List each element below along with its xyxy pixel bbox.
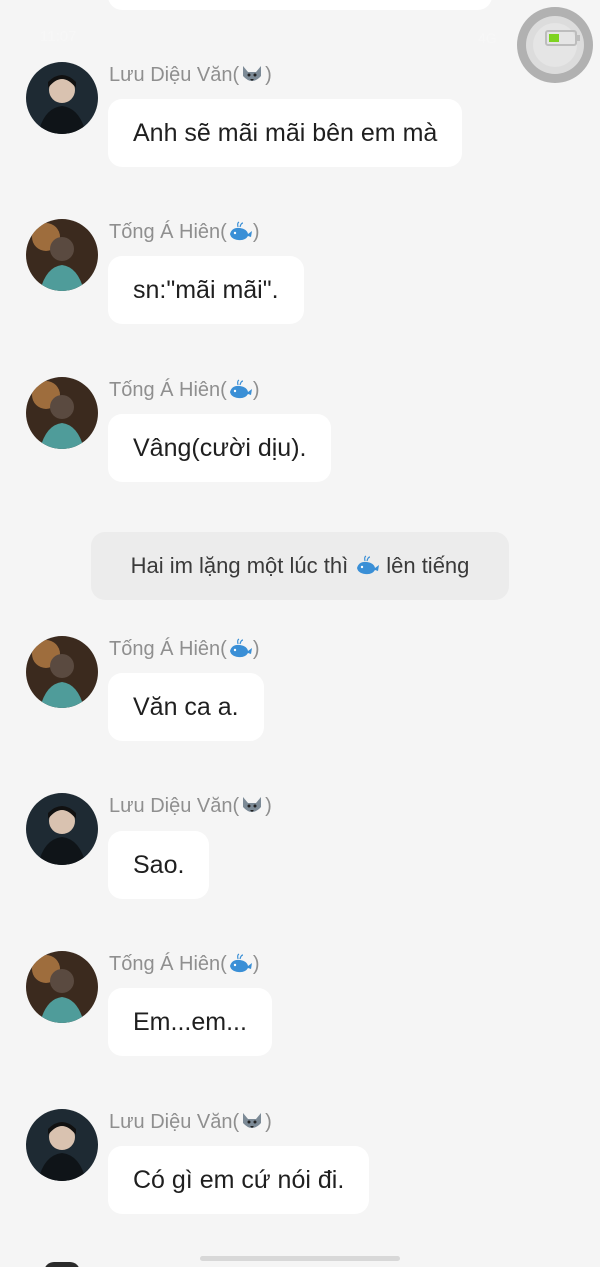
whale-icon <box>354 553 380 579</box>
message-bubble[interactable]: Văn ca a. <box>108 673 264 741</box>
message-text: Có gì em cứ nói đi. <box>133 1165 345 1194</box>
message-bubble[interactable]: Sao. <box>108 831 210 899</box>
sender-name: Tống Á Hiên( ) <box>109 219 260 245</box>
whale-icon <box>227 636 253 662</box>
avatar-luu-dieu-van[interactable] <box>26 793 98 865</box>
previous-message-bubble <box>108 0 492 10</box>
avatar-tong-a-hien[interactable] <box>26 636 98 708</box>
sender-name: Tống Á Hiên( ) <box>109 377 260 403</box>
avatar-tong-a-hien[interactable] <box>26 377 98 449</box>
narration-bubble: Hai im lặng một lúc thì lên tiếng <box>91 532 509 600</box>
message-text: Em...em... <box>133 1007 247 1036</box>
message-text: sn:"mãi mãi". <box>133 275 279 304</box>
message-text: Vâng(cười dịu). <box>133 433 307 462</box>
wolf-icon <box>239 1109 265 1135</box>
sender-name: Lưu Diệu Văn( ) <box>109 793 272 819</box>
sender-name: Lưu Diệu Văn( ) <box>109 62 272 88</box>
message-text: Anh sẽ mãi mãi bên em mà <box>133 118 438 147</box>
partial-avatar <box>44 1262 80 1267</box>
whale-icon <box>227 377 253 403</box>
chat-screen: 11:07 4G Lưu Diệu Văn( ) Anh sẽ mãi mãi … <box>0 0 600 1267</box>
avatar-tong-a-hien[interactable] <box>26 951 98 1023</box>
wolf-icon <box>239 62 265 88</box>
message-bubble[interactable]: sn:"mãi mãi". <box>108 256 304 324</box>
home-indicator[interactable] <box>200 1256 400 1261</box>
message-bubble[interactable]: Anh sẽ mãi mãi bên em mà <box>108 99 463 167</box>
message-bubble[interactable]: Vâng(cười dịu). <box>108 414 332 482</box>
message-bubble[interactable]: Em...em... <box>108 988 272 1056</box>
narration-text-after: lên tiếng <box>386 553 470 578</box>
message-text: Văn ca a. <box>133 692 239 721</box>
status-time: 11:07 <box>40 28 77 45</box>
avatar-luu-dieu-van[interactable] <box>26 62 98 134</box>
message-text: Sao. <box>133 850 185 879</box>
status-signal: 4G <box>478 30 497 46</box>
avatar-tong-a-hien[interactable] <box>26 219 98 291</box>
sender-name: Lưu Diệu Văn( ) <box>109 1109 272 1135</box>
wolf-icon <box>239 793 265 819</box>
narration-text-before: Hai im lặng một lúc thì <box>130 553 349 578</box>
whale-icon <box>227 219 253 245</box>
message-bubble[interactable]: Có gì em cứ nói đi. <box>108 1146 370 1214</box>
sender-name: Tống Á Hiên( ) <box>109 951 260 977</box>
battery-icon <box>545 30 580 46</box>
whale-icon <box>227 951 253 977</box>
sender-name: Tống Á Hiên( ) <box>109 636 260 662</box>
avatar-luu-dieu-van[interactable] <box>26 1109 98 1181</box>
